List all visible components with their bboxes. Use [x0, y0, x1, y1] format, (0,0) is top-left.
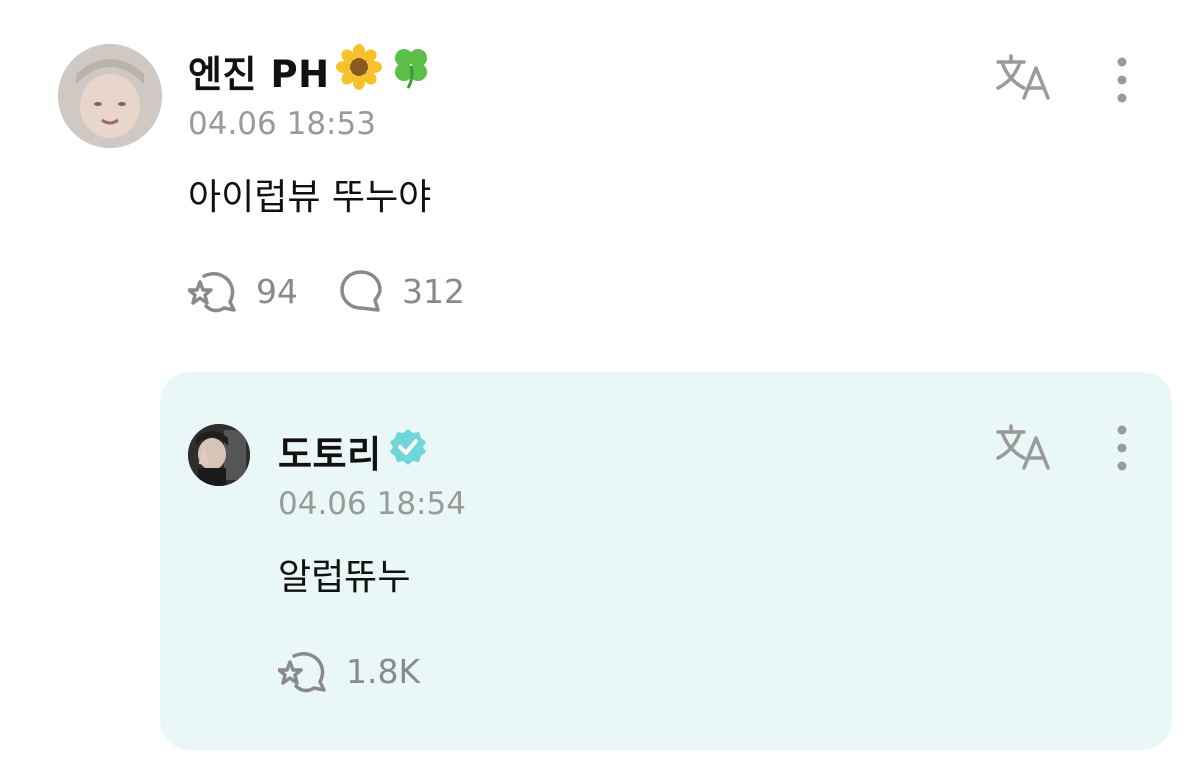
post-timestamp: 04.06 18:53: [188, 106, 376, 142]
verified-badge-icon: [388, 427, 428, 476]
comment-count: 312: [402, 271, 465, 311]
reply-author-avatar[interactable]: [188, 424, 250, 486]
author-name[interactable]: 엔진 PH: [188, 44, 330, 98]
author-name-row[interactable]: 엔진 PH: [188, 43, 434, 99]
sunflower-icon: [335, 43, 382, 99]
more-options-icon[interactable]: [1110, 56, 1134, 108]
avatar-photo: [58, 44, 162, 148]
like-icon: [278, 652, 326, 693]
reply-timestamp: 04.06 18:54: [278, 486, 466, 522]
comment-icon: [340, 270, 382, 312]
like-icon: [188, 272, 236, 313]
like-count: 94: [256, 271, 298, 311]
reply-author-name-row[interactable]: 도토리: [278, 427, 428, 476]
post: 엔진 PH 04.06 18:53 아이럽뷰 뚜누야 94 312: [0, 0, 1200, 360]
translate-icon[interactable]: [994, 422, 1056, 474]
reply-like-button[interactable]: 1.8K: [278, 648, 420, 694]
more-options-icon[interactable]: [1110, 424, 1134, 476]
comment-button[interactable]: 312: [338, 268, 465, 314]
reply-like-count: 1.8K: [346, 651, 421, 691]
like-button[interactable]: 94: [188, 268, 298, 314]
reply-author-name[interactable]: 도토리: [278, 424, 382, 478]
author-avatar[interactable]: [58, 44, 162, 148]
avatar-photo: [188, 424, 250, 486]
translate-icon[interactable]: [994, 52, 1056, 104]
post-text: 아이럽뷰 뚜누야: [188, 177, 432, 218]
four-leaf-clover-icon: [388, 44, 434, 99]
reply-text: 알럽뜌누: [278, 557, 411, 598]
